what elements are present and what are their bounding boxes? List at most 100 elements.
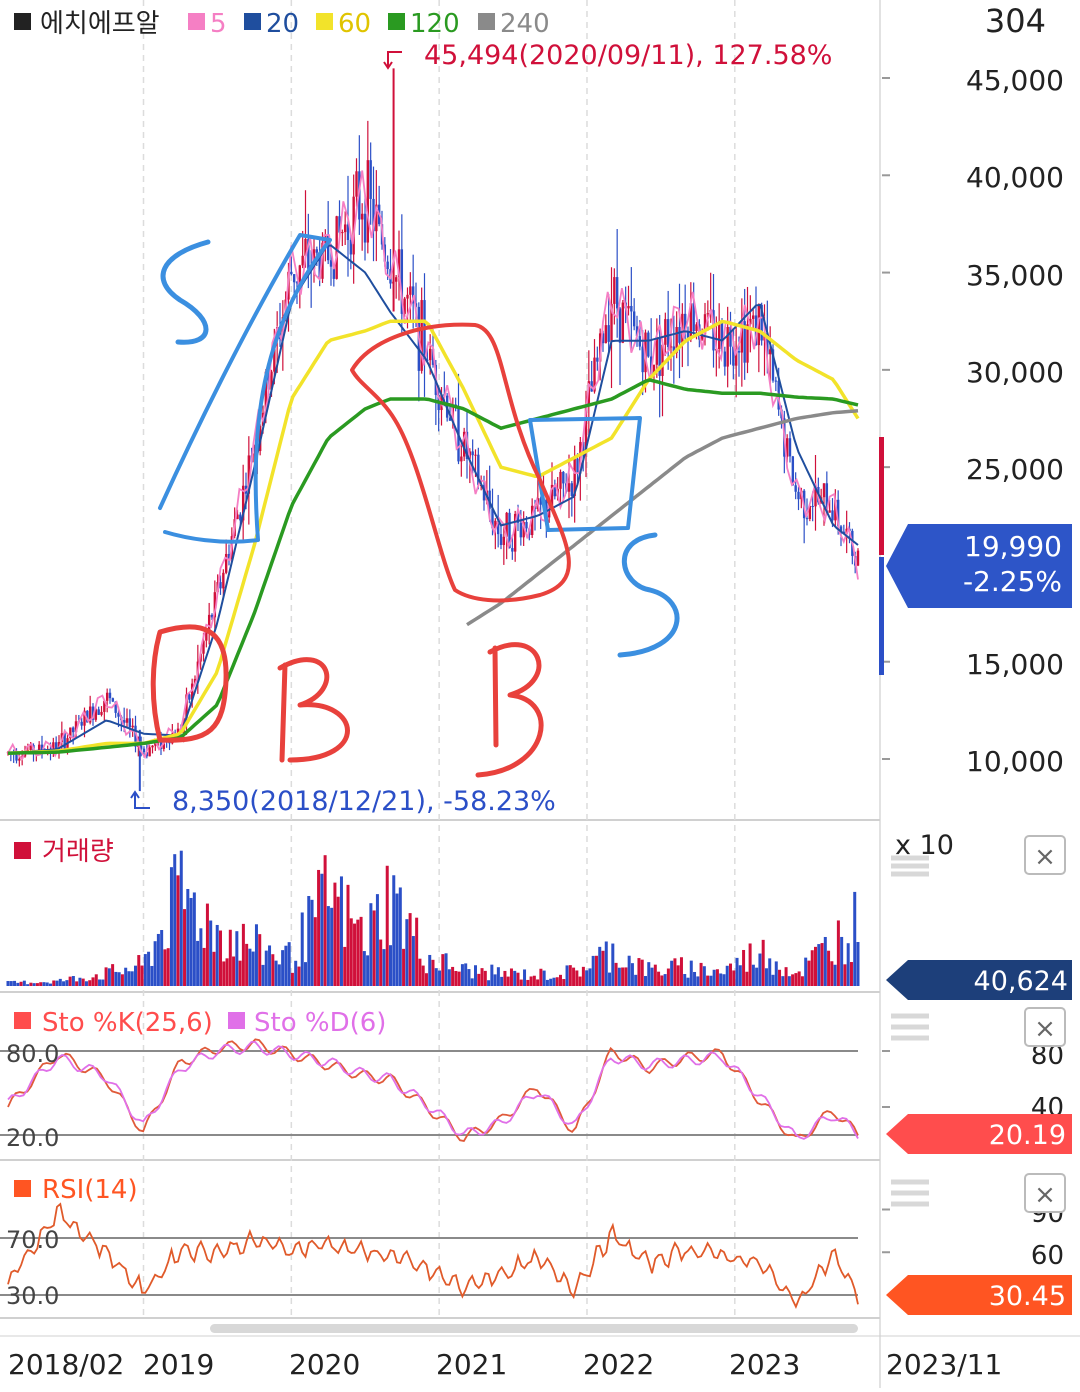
volume-bar <box>134 965 137 986</box>
volume-bar <box>408 913 412 986</box>
rsi-level-70: 70.0 <box>6 1226 59 1254</box>
volume-bar <box>503 970 507 986</box>
rsi-close-button[interactable]: × <box>1024 1173 1066 1213</box>
volume-bar <box>748 943 752 986</box>
volume-bar <box>107 968 111 986</box>
volume-bar <box>611 943 615 986</box>
volume-bar <box>104 967 108 986</box>
volume-bar <box>774 961 778 986</box>
volume-bar <box>568 965 572 986</box>
volume-bar <box>817 944 821 986</box>
volume-bar <box>447 969 451 986</box>
volume-bar <box>32 983 36 986</box>
stoch-close-button[interactable]: × <box>1024 1007 1066 1047</box>
volume-bar <box>572 967 576 986</box>
volume-bar <box>588 968 592 986</box>
volume-bar <box>673 958 677 986</box>
volume-bar <box>617 967 621 986</box>
candle-body <box>562 471 565 484</box>
candle-body <box>148 747 151 757</box>
current-change: -2.25% <box>963 565 1062 598</box>
candle-body <box>409 286 412 295</box>
rsi-panel[interactable] <box>0 1202 859 1309</box>
volume-bar <box>114 971 118 986</box>
close-icon: × <box>1034 1014 1056 1044</box>
horizontal-scrollbar[interactable] <box>210 1324 858 1333</box>
volume-bar <box>644 976 647 986</box>
volume-bar <box>686 977 690 986</box>
legend-ma20: 20 <box>266 9 299 39</box>
candle-body <box>105 692 109 701</box>
candle-body <box>613 277 616 304</box>
volume-bar <box>830 961 834 986</box>
volume-bar <box>493 974 497 986</box>
volume-bar <box>274 960 278 986</box>
volume-bar <box>343 946 347 986</box>
volume-bar <box>853 891 857 986</box>
volume-drag-handle[interactable] <box>891 855 929 877</box>
candle-body <box>131 725 134 728</box>
volume-bar <box>578 976 582 986</box>
volume-bar <box>526 979 530 986</box>
volume-bar <box>833 964 837 986</box>
candle-body <box>499 534 503 545</box>
volume-bar <box>431 959 435 986</box>
volume-bar <box>477 973 481 986</box>
y-tick-25000: 25,000 <box>966 453 1064 486</box>
volume-bar <box>297 966 301 986</box>
volume-bar <box>369 903 373 986</box>
volume-bar <box>137 955 141 986</box>
volume-bar <box>608 972 612 986</box>
candle-body <box>570 483 574 496</box>
volume-bar <box>366 955 370 986</box>
volume-bar <box>385 865 389 986</box>
y-tick-45000: 45,000 <box>966 64 1064 97</box>
volume-bar <box>539 968 543 986</box>
volume-bar <box>49 983 52 986</box>
volume-bar <box>849 962 853 986</box>
volume-bar <box>379 939 383 986</box>
volume-bar <box>650 967 654 986</box>
candle-body <box>111 698 115 702</box>
volume-bar <box>389 945 392 986</box>
volume-bar <box>304 962 307 986</box>
volume-bar <box>215 924 219 986</box>
volume-bar <box>88 980 92 986</box>
low-note: 8,350(2018/12/21), -58.23% <box>130 786 556 817</box>
stock-chart[interactable]: 에치에프알 5 20 60 120 240 304 45,000 40,000 … <box>0 0 1080 1388</box>
volume-bar <box>353 923 357 986</box>
volume-bar <box>287 942 291 986</box>
volume-bar <box>143 954 147 986</box>
legend-swatch-ma60 <box>316 13 333 30</box>
candle-body <box>80 721 83 726</box>
candle-body <box>831 510 834 521</box>
candle-body <box>125 718 129 723</box>
volume-bar <box>183 909 187 986</box>
stochastic-panel[interactable] <box>0 1038 859 1142</box>
volume-bar <box>676 965 680 986</box>
volume-bar <box>460 964 464 986</box>
candle-body <box>292 274 296 283</box>
volume-bar <box>601 950 605 986</box>
volume-bar <box>75 981 79 986</box>
volume-bar <box>814 946 817 986</box>
x-label-2020: 2020 <box>289 1348 360 1381</box>
volume-bar <box>735 957 739 986</box>
volume-bar <box>398 887 402 986</box>
volume-panel[interactable] <box>6 850 860 986</box>
price-panel[interactable] <box>6 68 860 792</box>
volume-bar <box>823 936 827 986</box>
volume-bar <box>820 943 824 986</box>
volume-bar <box>192 892 196 986</box>
volume-bar <box>6 981 10 986</box>
volume-bar <box>147 951 151 986</box>
candle-body <box>219 582 222 589</box>
x-label-2022: 2022 <box>583 1348 654 1381</box>
volume-bar <box>62 981 66 986</box>
annotation-blue-rise-outline <box>158 233 332 544</box>
volume-bar <box>9 981 13 986</box>
legend-ma60: 60 <box>338 9 371 39</box>
volume-bar <box>22 980 26 986</box>
volume-close-button[interactable]: × <box>1024 835 1066 875</box>
y-tick-10000: 10,000 <box>966 745 1064 778</box>
